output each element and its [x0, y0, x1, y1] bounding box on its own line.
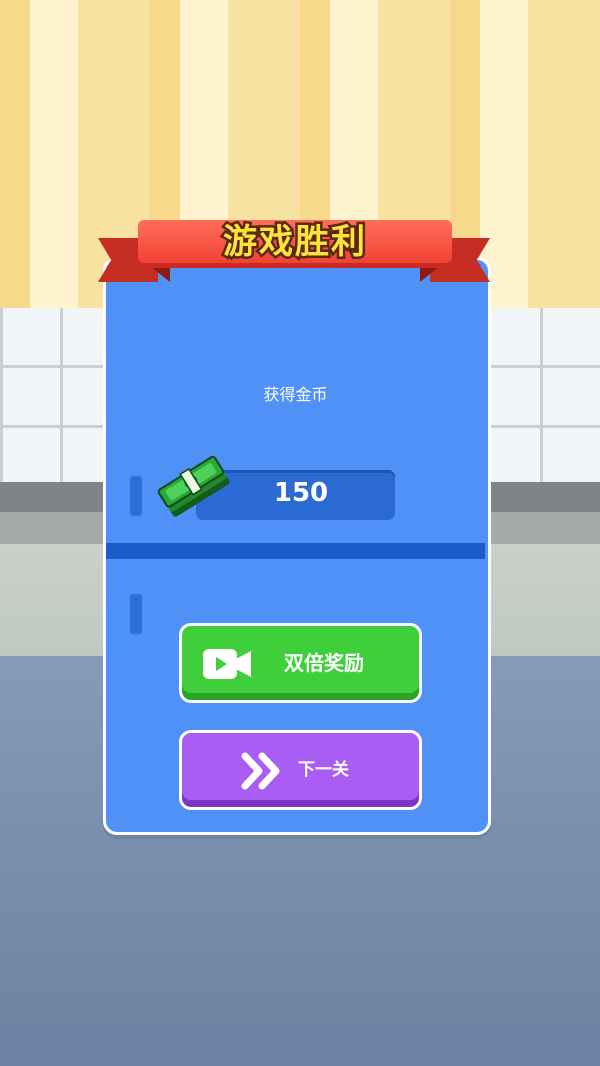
- panel-accent-bar: [130, 594, 142, 634]
- panel-accent-bar: [130, 476, 142, 516]
- next-level-label: 下一关: [298, 760, 349, 780]
- next-level-button[interactable]: 下一关: [179, 730, 422, 810]
- video-camera-icon: [203, 649, 251, 679]
- cash-stack-icon: [157, 455, 230, 517]
- victory-title: 游戏胜利: [221, 220, 368, 265]
- double-reward-label: 双倍奖励: [284, 651, 364, 675]
- panel-divider: [106, 543, 485, 559]
- coins-earned-label: 获得金币: [263, 385, 328, 404]
- double-chevron-right-icon: [241, 752, 280, 790]
- double-reward-button[interactable]: 双倍奖励: [179, 623, 422, 703]
